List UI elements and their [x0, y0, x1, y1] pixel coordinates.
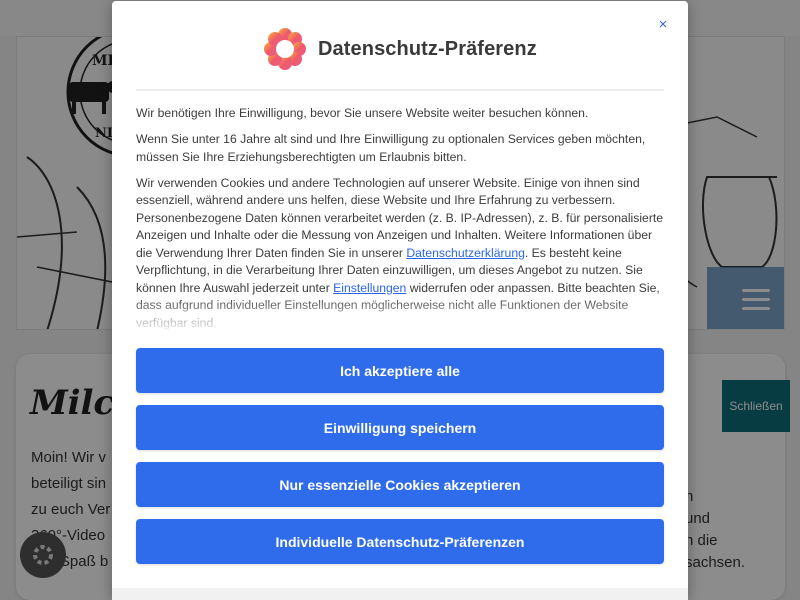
settings-link[interactable]: Einstellungen	[333, 281, 406, 295]
consent-paragraph: Wir benötigen Ihre Einwilligung, bevor S…	[136, 106, 589, 120]
modal-header: Datenschutz-Präferenz	[264, 28, 537, 70]
accept-all-button[interactable]: Ich akzeptiere alle	[136, 348, 664, 393]
modal-footer	[112, 588, 688, 600]
header-divider	[136, 89, 664, 91]
privacy-logo-icon	[264, 28, 306, 70]
age-paragraph: Wenn Sie unter 16 Jahre alt sind und Ihr…	[136, 132, 646, 164]
close-icon[interactable]: ×	[653, 15, 673, 35]
text-fade	[136, 296, 666, 332]
individual-preferences-button[interactable]: Individuelle Datenschutz-Präferenzen	[136, 519, 664, 564]
privacy-policy-link[interactable]: Datenschutzerklärung	[406, 246, 525, 260]
accept-essential-button[interactable]: Nur essenzielle Cookies akzeptieren	[136, 462, 664, 507]
modal-title: Datenschutz-Präferenz	[318, 37, 537, 60]
save-consent-button[interactable]: Einwilligung speichern	[136, 405, 664, 450]
